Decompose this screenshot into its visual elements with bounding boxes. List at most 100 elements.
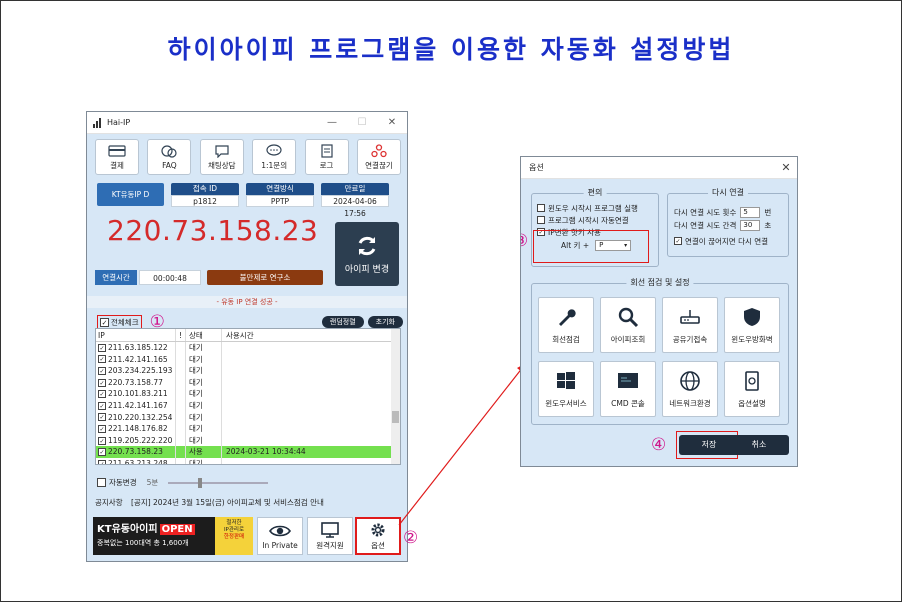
ip-type-badge: KT유동IP D — [97, 183, 164, 206]
option-auto-connect[interactable]: 프로그램 시작시 자동연결 — [537, 214, 638, 226]
row-checkbox[interactable]: ✓ — [98, 401, 106, 410]
remote-support-button[interactable]: 원격지원 — [307, 517, 353, 555]
faq-label: FAQ — [162, 160, 177, 170]
table-row[interactable]: ✓ 119.205.222.220 대기 — [96, 434, 400, 447]
cell-flag — [176, 342, 186, 354]
ip-text: 220.73.158.23 — [108, 447, 163, 457]
change-ip-button[interactable]: 아이피 변경 — [335, 222, 399, 286]
tool-network-env[interactable]: 네트워크환경 — [662, 361, 718, 417]
info-expiry: 만료일 2024-04-06 17:56 — [321, 183, 389, 218]
cell-status: 대기 — [186, 376, 222, 389]
log-icon — [320, 143, 333, 158]
table-row[interactable]: ✓ 220.73.158.23 사용 2024-03-21 10:34:44 — [96, 446, 400, 458]
disconnect-icon — [371, 143, 387, 157]
chat-button[interactable]: 채팅상담 — [199, 139, 244, 175]
tool-line-check[interactable]: 회선점검 — [538, 297, 594, 353]
cell-status: 대기 — [186, 411, 222, 424]
disconnect-button[interactable]: 연결끊기 — [356, 139, 401, 175]
col-time[interactable]: 사용시간 — [222, 329, 400, 341]
cell-time — [222, 423, 400, 435]
inquiry-icon — [266, 143, 282, 156]
dialog-close-icon[interactable]: ✕ — [775, 161, 797, 174]
promo-banner[interactable]: KT유동아이피 OPEN 중복없는 100대역 총 1,600개 철저한 IP관리… — [93, 517, 253, 555]
cell-status: 대기 — [186, 423, 222, 435]
row-checkbox[interactable]: ✓ — [98, 343, 106, 352]
reconnect-interval-input[interactable]: 30 — [740, 220, 761, 231]
hai-ip-window: Hai-IP — ☐ ✕ 결제 FAQ 채팅상담 1:1문의 로그 연결끊기 K… — [86, 111, 408, 562]
table-row[interactable]: ✓ 211.63.185.122 대기 — [96, 342, 400, 354]
faq-button[interactable]: FAQ — [147, 139, 192, 175]
row-checkbox[interactable]: ✓ — [98, 424, 106, 433]
window-title: Hai-IP — [107, 118, 131, 127]
close-button[interactable]: ✕ — [377, 117, 407, 128]
auto-change-checkbox[interactable] — [97, 478, 106, 487]
row-checkbox[interactable]: ✓ — [98, 448, 106, 457]
table-row[interactable]: ✓ 211.42.141.167 대기 — [96, 399, 400, 412]
banner-open-badge: OPEN — [159, 524, 195, 535]
reconnect-count-input[interactable]: 5 — [740, 207, 761, 218]
options-label: 옵션 — [371, 540, 385, 550]
cell-flag — [176, 446, 186, 458]
in-private-label: In Private — [262, 540, 298, 550]
log-button[interactable]: 로그 — [304, 139, 349, 175]
globe-icon — [680, 370, 700, 391]
col-status[interactable]: 상태 — [186, 329, 222, 341]
auto-interval-slider[interactable] — [168, 477, 269, 488]
maximize-button[interactable]: ☐ — [347, 117, 377, 128]
row-checkbox[interactable]: ✓ — [98, 378, 106, 387]
tool-windows-services[interactable]: 윈도우서비스 — [538, 361, 594, 417]
row-checkbox[interactable]: ✓ — [98, 459, 106, 464]
info-value: p1812 — [171, 195, 239, 207]
tool-ip-lookup[interactable]: 아이피조회 — [600, 297, 656, 353]
tool-cmd-console[interactable]: CMD 콘솔 — [600, 361, 656, 417]
table-row[interactable]: ✓ 203.234.225.193 대기 — [96, 365, 400, 377]
tools-title: 회선 점검 및 설정 — [626, 277, 694, 288]
notice-text[interactable]: [공지] 2024년 3월 15일(금) 아이피교체 및 서비스점검 안내 — [131, 498, 324, 507]
slider-knob[interactable] — [198, 477, 203, 488]
info-header: 만료일 — [321, 183, 389, 195]
col-flag[interactable]: ! — [176, 329, 186, 341]
ip-text: 203.234.225.193 — [108, 366, 173, 376]
tool-option-help[interactable]: 옵션설명 — [724, 361, 780, 417]
row-checkbox[interactable]: ✓ — [98, 436, 106, 445]
table-row[interactable]: ✓ 211.63.213.248 대기 — [96, 457, 400, 464]
random-sort-button[interactable]: 랜덤정렬 — [321, 316, 364, 328]
table-row[interactable]: ✓ 221.148.176.82 대기 — [96, 423, 400, 435]
cancel-button[interactable]: 취소 — [729, 435, 789, 455]
banner-title: KT유동아이피 — [97, 524, 158, 535]
row-checkbox[interactable]: ✓ — [98, 413, 106, 422]
row-checkbox[interactable]: ✓ — [98, 390, 106, 399]
reconnect-interval-unit: 초 — [764, 221, 772, 230]
tool-firewall[interactable]: 윈도우방화벽 — [724, 297, 780, 353]
col-ip[interactable]: IP — [96, 329, 176, 341]
table-row[interactable]: ✓ 210.101.83.211 대기 — [96, 388, 400, 400]
row-checkbox[interactable]: ✓ — [98, 355, 106, 364]
window-titlebar[interactable]: Hai-IP — ☐ ✕ — [87, 112, 407, 134]
cell-ip: ✓ 203.234.225.193 — [96, 365, 176, 377]
cell-status: 대기 — [186, 457, 222, 464]
table-row[interactable]: ✓ 220.73.158.77 대기 — [96, 376, 400, 389]
table-row[interactable]: ✓ 210.220.132.254 대기 — [96, 411, 400, 424]
remote-monitor-icon — [321, 521, 339, 538]
tool-label: 윈도우서비스 — [545, 398, 587, 408]
payment-button[interactable]: 결제 — [95, 139, 139, 175]
wrench-icon — [559, 308, 576, 326]
in-private-button[interactable]: In Private — [257, 517, 303, 555]
table-row[interactable]: ✓ 211.42.141.165 대기 — [96, 353, 400, 366]
cell-ip: ✓ 220.73.158.77 — [96, 376, 176, 389]
dialog-titlebar[interactable]: 옵션 ✕ — [521, 157, 797, 179]
reset-button[interactable]: 초기화 — [367, 316, 403, 328]
tool-router-access[interactable]: 공유기접속 — [662, 297, 718, 353]
cell-flag — [176, 376, 186, 389]
option-auto-reconnect[interactable]: ✓ 연결이 끊어지면 다시 연결 — [674, 235, 771, 247]
reconnect-group: 다시 연결 다시 연결 시도 횟수 5 번 다시 연결 시도 간격 30 초 ✓ 연결이 … — [667, 187, 789, 257]
option-start-with-windows[interactable]: 윈도우 시작시 프로그램 실행 — [537, 202, 638, 214]
connect-message: 불만제로 연구소 — [207, 270, 323, 285]
banner-subtitle: 중복없는 100대역 총 1,600개 — [97, 539, 189, 547]
connect-time-value: 00:00:48 — [139, 270, 201, 285]
inquiry-button[interactable]: 1:1문의 — [252, 139, 297, 175]
minimize-button[interactable]: — — [317, 117, 347, 128]
cell-status: 대기 — [186, 388, 222, 400]
info-connection-method: 연결방식 PPTP — [246, 183, 314, 207]
row-checkbox[interactable]: ✓ — [98, 366, 106, 375]
